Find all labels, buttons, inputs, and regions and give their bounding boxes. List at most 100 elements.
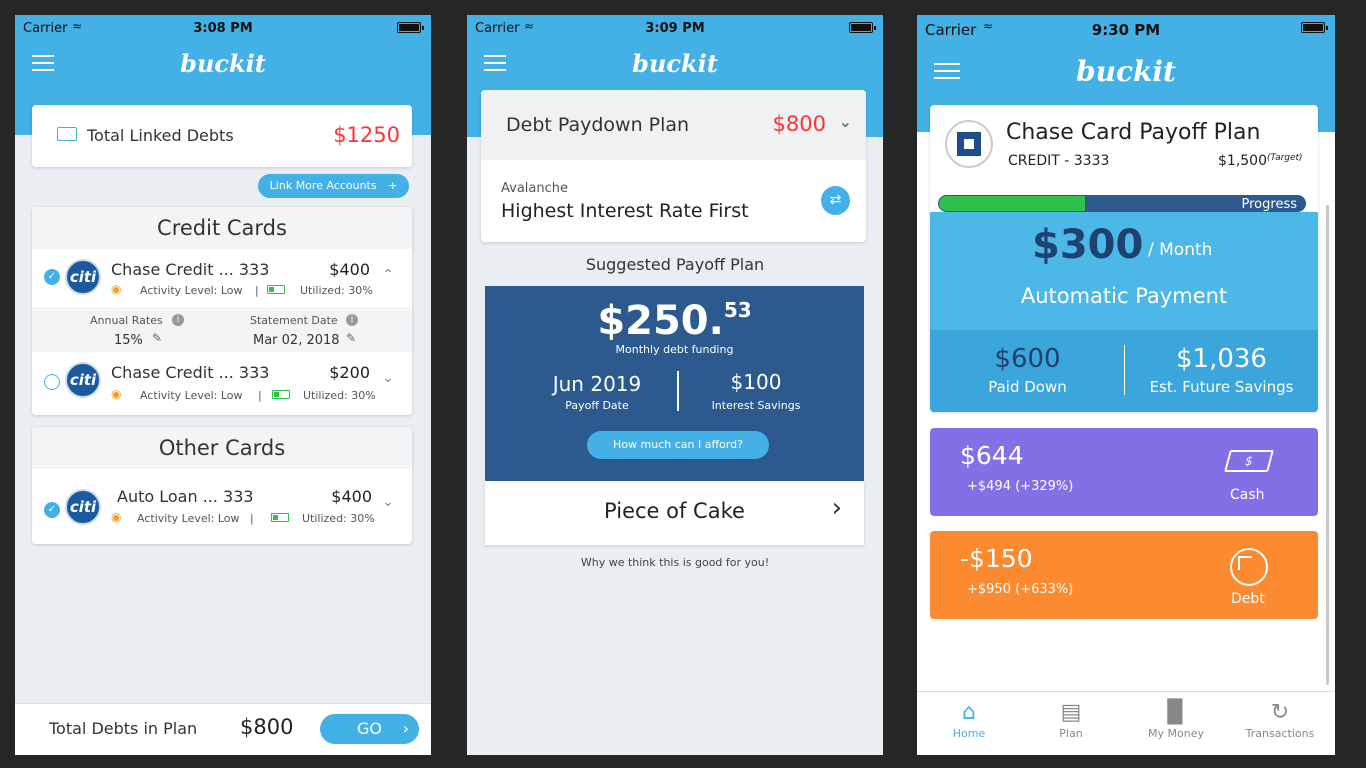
piece-of-cake-row[interactable]: Piece of Cake › — [485, 481, 864, 545]
card-amount: $400 — [331, 487, 372, 506]
battery-icon — [849, 22, 876, 33]
utilized: Utilized: 30% — [302, 512, 375, 525]
activity-level: Activity Level: Low — [140, 389, 243, 402]
plan-icon: ▤ — [1060, 700, 1082, 725]
tab-plan[interactable]: ▤ Plan — [1019, 700, 1123, 740]
divider: | — [250, 512, 254, 525]
other-cards-section: Other Cards ✓ citi Auto Loan ... 333 $40… — [32, 427, 412, 544]
tab-my-money[interactable]: ▉ My Money — [1124, 700, 1228, 740]
link-more-label: Link More Accounts — [269, 179, 377, 192]
status-bar: Carrier ≈ 9:30 PM — [917, 15, 1335, 43]
checked-icon[interactable]: ✓ — [44, 269, 60, 285]
cash-label: Cash — [1230, 487, 1265, 503]
payoff-plan-panel: $250.53 Monthly debt funding Jun 2019 Pa… — [485, 286, 864, 481]
debt-label: Debt — [1231, 591, 1265, 607]
total-linked-debts-card: Total Linked Debts $1250 — [32, 105, 412, 167]
monthly-amount: $300 — [1032, 222, 1144, 268]
debt-change: +$950 (+633%) — [967, 582, 1074, 597]
payoff-date-label: Payoff Date — [565, 399, 629, 412]
gauge-icon: ◉ — [111, 282, 122, 296]
pie-chart-icon — [1230, 548, 1268, 586]
tab-label: Home — [952, 727, 986, 740]
activity-level: Activity Level: Low — [137, 512, 240, 525]
card-name: Chase Credit ... 333 — [111, 363, 270, 382]
battery-icon — [397, 22, 424, 33]
cash-icon: $ — [1224, 450, 1274, 472]
tab-label: My Money — [1148, 727, 1204, 740]
list-item[interactable]: citi Chase Credit ... 333 $200 ◉ Activit… — [32, 352, 412, 412]
statement-date-value: Mar 02, 2018 — [253, 333, 340, 348]
app-logo: buckit — [1076, 55, 1176, 88]
screen-linked-debts: Carrier ≈ 3:08 PM buckit Total Linked De… — [15, 15, 431, 755]
edit-icon[interactable]: ✎ — [152, 331, 162, 345]
utilized: Utilized: 30% — [300, 284, 373, 297]
status-time: 9:30 PM — [1091, 21, 1161, 39]
chevron-down-icon[interactable]: ⌄ — [839, 112, 852, 131]
plan-value: $800 — [772, 112, 826, 136]
debt-card[interactable]: -$150 +$950 (+633%) Debt — [930, 531, 1318, 619]
target-label: (Target) — [1267, 153, 1303, 163]
unchecked-icon[interactable] — [44, 374, 60, 390]
monthly-amount: $250.53 — [485, 298, 864, 344]
card-amount: $200 — [329, 363, 370, 382]
total-linked-label: Total Linked Debts — [87, 126, 234, 145]
stats-row: $600 Paid Down $1,036 Est. Future Saving… — [930, 330, 1318, 412]
app-logo: buckit — [180, 49, 266, 78]
amount-cents: 53 — [723, 298, 752, 322]
piece-of-cake-label: Piece of Cake — [604, 499, 745, 523]
chevron-down-icon[interactable]: ⌄ — [382, 494, 394, 510]
automatic-payment: Automatic Payment — [1020, 284, 1228, 308]
payoff-date: Jun 2019 — [552, 372, 642, 396]
status-bar: Carrier ≈ 3:08 PM — [15, 15, 431, 43]
app-logo: buckit — [632, 49, 718, 78]
annual-rates-value: 15% — [114, 333, 143, 348]
chevron-down-icon[interactable]: ⌄ — [382, 370, 394, 386]
battery-utilization-icon — [271, 513, 289, 522]
why-text[interactable]: Why we think this is good for you! — [467, 556, 883, 569]
tab-label: Transactions — [1245, 727, 1315, 740]
future-savings-value: $1,036 — [1176, 344, 1267, 374]
chevron-up-icon[interactable]: ⌃ — [382, 267, 394, 283]
battery-utilization-icon — [267, 285, 285, 294]
chase-logo — [945, 120, 993, 168]
credit-label: CREDIT - 3333 — [1008, 153, 1110, 169]
gauge-icon: ◉ — [111, 510, 122, 524]
interest-savings-label: Interest Savings — [711, 399, 801, 412]
statement-date-label: Statement Date — [250, 314, 338, 327]
link-more-accounts-button[interactable]: Link More Accounts + — [258, 174, 409, 198]
cash-value: $644 — [960, 441, 1024, 470]
strategy-value: Highest Interest Rate First — [501, 200, 749, 222]
list-item[interactable]: ✓ citi Auto Loan ... 333 $400 ◉ Activity… — [32, 469, 412, 544]
swap-icon[interactable]: ⇄ — [821, 186, 850, 215]
status-time: 3:08 PM — [193, 21, 253, 36]
afford-button[interactable]: How much can I afford? — [587, 431, 769, 459]
interest-savings: $100 — [730, 370, 782, 394]
citi-logo: citi — [65, 489, 101, 525]
debt-value: -$150 — [960, 544, 1033, 573]
paid-down-label: Paid Down — [988, 378, 1067, 396]
checked-icon[interactable]: ✓ — [44, 502, 60, 518]
info-icon: i — [346, 314, 358, 326]
edit-icon[interactable]: ✎ — [346, 331, 356, 345]
total-linked-value: $1250 — [333, 123, 400, 147]
cash-card[interactable]: $644 +$494 (+329%) $ Cash — [930, 428, 1318, 516]
plan-selector-card[interactable]: Debt Paydown Plan $800 ⌄ Avalanche Highe… — [481, 90, 866, 242]
tab-home[interactable]: ⌂ Home — [917, 700, 1021, 740]
card-name: Auto Loan ... 333 — [117, 487, 254, 506]
scroll-indicator[interactable] — [1326, 205, 1329, 685]
total-in-plan-value: $800 — [240, 715, 294, 739]
go-button[interactable]: GO › — [320, 714, 419, 744]
plan-header[interactable]: Debt Paydown Plan $800 ⌄ — [481, 90, 866, 160]
tab-transactions[interactable]: ↻ Transactions — [1228, 700, 1332, 740]
bottom-total-bar: Total Debts in Plan $800 GO › — [15, 703, 431, 755]
tab-label: Plan — [1059, 727, 1083, 740]
other-cards-title: Other Cards — [32, 427, 412, 469]
status-time: 3:09 PM — [645, 21, 705, 36]
annual-rates-label: Annual Rates — [90, 314, 163, 327]
list-item[interactable]: ✓ citi Chase Credit ... 333 $400 ◉ Activ… — [32, 249, 412, 307]
amount-main: $250. — [597, 298, 724, 344]
divider: | — [255, 284, 259, 297]
future-savings-label: Est. Future Savings — [1149, 378, 1294, 396]
utilized: Utilized: 30% — [303, 389, 376, 402]
tab-bar: ⌂ Home ▤ Plan ▉ My Money ↻ Transactions — [917, 691, 1335, 755]
